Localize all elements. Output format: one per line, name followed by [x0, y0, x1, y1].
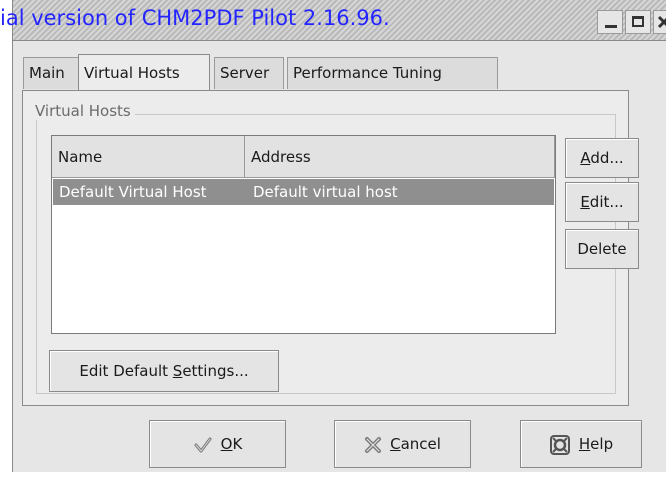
help-mnemonic: H: [578, 435, 591, 453]
cell-name: Default Virtual Host: [59, 183, 207, 201]
close-button[interactable]: [653, 10, 666, 34]
tab-performance-tuning[interactable]: Performance Tuning: [287, 57, 498, 89]
add-label: dd...: [590, 149, 624, 167]
x-icon: [365, 436, 382, 453]
table-row[interactable]: Default Virtual Host Default virtual hos…: [53, 179, 554, 205]
tab-virtual-hosts[interactable]: Virtual Hosts: [78, 54, 210, 90]
defaults-mnemonic: S: [172, 362, 183, 380]
edit-button[interactable]: Edit...: [565, 182, 639, 222]
add-button[interactable]: Add...: [565, 138, 639, 178]
add-mnemonic: A: [580, 149, 591, 167]
tab-main[interactable]: Main: [23, 57, 79, 89]
close-icon: [657, 15, 666, 29]
edit-label: dit...: [589, 193, 624, 211]
minimize-button[interactable]: [597, 10, 623, 34]
maximize-icon: [632, 16, 644, 27]
watermark-text: ial version of CHM2PDF Pilot 2.16.96.: [0, 6, 390, 30]
cancel-mnemonic: C: [390, 435, 401, 453]
checkmark-icon: [194, 437, 212, 452]
lifebuoy-icon: [549, 434, 570, 455]
help-label: elp: [590, 435, 614, 453]
tab-server[interactable]: Server: [214, 57, 284, 89]
defaults-label-before: Edit Default: [79, 362, 173, 380]
delete-button[interactable]: Delete: [565, 229, 639, 269]
cancel-button[interactable]: Cancel: [334, 420, 471, 468]
virtual-hosts-table[interactable]: Name Address Default Virtual Host Defaul…: [51, 135, 556, 334]
edit-default-settings-button[interactable]: Edit Default Settings...: [49, 350, 279, 392]
minimize-icon: [605, 25, 617, 28]
ok-mnemonic: O: [220, 435, 233, 453]
help-button[interactable]: Help: [520, 420, 642, 468]
cell-address: Default virtual host: [253, 183, 398, 201]
ok-button[interactable]: OK: [149, 420, 286, 468]
maximize-button[interactable]: [625, 10, 651, 34]
column-header-name[interactable]: Name: [52, 136, 245, 178]
column-header-address[interactable]: Address: [245, 136, 555, 178]
edit-mnemonic: E: [580, 193, 590, 211]
group-title: Virtual Hosts: [31, 102, 135, 120]
ok-label: K: [232, 435, 243, 453]
defaults-label-after: ettings...: [182, 362, 249, 380]
cancel-label: ancel: [400, 435, 441, 453]
